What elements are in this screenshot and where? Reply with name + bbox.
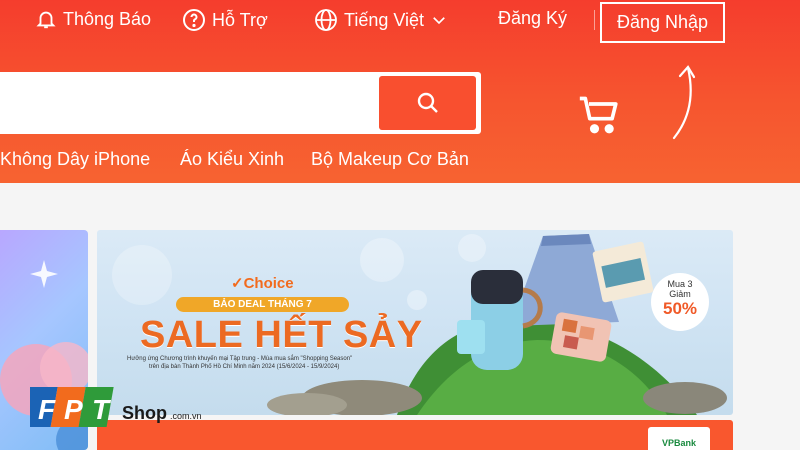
badge-line: Giảm xyxy=(669,289,691,299)
logo-shop-text: Shop xyxy=(122,403,167,423)
bubble-shape xyxy=(407,290,427,310)
support-label: Hỗ Trợ xyxy=(212,9,268,30)
globe-icon xyxy=(315,9,337,31)
search-bar xyxy=(0,72,481,134)
suggestion-link[interactable]: Áo Kiểu Xinh xyxy=(180,149,284,170)
notifications-link[interactable]: Thông Báo xyxy=(35,8,151,30)
choice-label: ✓Choice xyxy=(231,275,294,292)
fptshop-logo: F P T Shop .com.vn xyxy=(22,387,202,427)
login-link[interactable]: Đăng Nhập xyxy=(600,2,725,43)
fptshop-watermark: F P T Shop .com.vn xyxy=(22,385,220,438)
chevron-down-icon xyxy=(433,17,445,25)
suggestion-link[interactable]: Bộ Makeup Cơ Bản xyxy=(311,149,469,170)
rock-shape xyxy=(643,382,727,414)
bubble-shape xyxy=(458,234,486,262)
choice-text: Choice xyxy=(243,275,294,292)
language-label: Tiếng Việt xyxy=(344,9,425,30)
register-label: Đăng Ký xyxy=(498,8,568,28)
deal-ribbon-text: BẢO DEAL THÁNG 7 xyxy=(213,299,312,310)
discount-badge-text: Mua 3 Giảm 50% xyxy=(651,279,709,318)
fine-print: trên địa bàn Thành Phố Hồ Chí Minh năm 2… xyxy=(149,364,340,370)
bell-icon xyxy=(36,11,56,29)
curved-arrow-icon xyxy=(672,65,696,140)
sale-headline: SALE HẾT SẢY xyxy=(140,314,423,356)
palette-swatch xyxy=(578,325,595,341)
sparkle-icon xyxy=(30,260,58,288)
fine-print: Hưởng ứng Chương trình khuyến mại Tập tr… xyxy=(127,356,353,362)
search-input[interactable] xyxy=(0,72,370,134)
top-navbar: Thông Báo Hỗ Trợ Tiếng Việt Đăng Ký Đăng… xyxy=(0,0,800,44)
logo-letter-f: F xyxy=(38,394,56,425)
deal-ribbon: BẢO DEAL THÁNG 7 xyxy=(176,297,349,312)
notifications-label: Thông Báo xyxy=(63,8,152,29)
login-label: Đăng Nhập xyxy=(616,12,709,32)
search-button[interactable] xyxy=(379,76,476,130)
register-link[interactable]: Đăng Ký xyxy=(498,8,567,29)
language-selector[interactable]: Tiếng Việt xyxy=(314,8,448,32)
bubble-shape xyxy=(360,238,404,282)
shopping-cart-icon xyxy=(579,96,618,134)
support-link[interactable]: Hỗ Trợ xyxy=(182,8,268,32)
vpbank-text: VPBank xyxy=(661,438,696,448)
cup-shape xyxy=(457,320,485,354)
badge-line: Mua 3 xyxy=(667,279,693,289)
palette-swatch xyxy=(562,335,579,350)
badge-value: 50% xyxy=(662,299,698,318)
search-icon xyxy=(417,92,438,113)
vpbank-logo: VPBank xyxy=(648,427,710,450)
logo-letter-p: P xyxy=(64,394,83,425)
skirt-waistband xyxy=(541,234,591,246)
help-circle-icon xyxy=(183,9,205,31)
header: Thông Báo Hỗ Trợ Tiếng Việt Đăng Ký Đăng… xyxy=(0,0,800,183)
suggestion-link[interactable]: Không Dây iPhone xyxy=(0,149,150,170)
palette-swatch xyxy=(561,318,578,334)
cart-button[interactable] xyxy=(578,93,622,142)
nav-divider xyxy=(594,10,595,30)
bubble-shape xyxy=(112,245,172,305)
logo-letter-t: T xyxy=(92,394,112,425)
bottle-cap xyxy=(471,270,523,304)
logo-domain-text: .com.vn xyxy=(170,411,202,421)
